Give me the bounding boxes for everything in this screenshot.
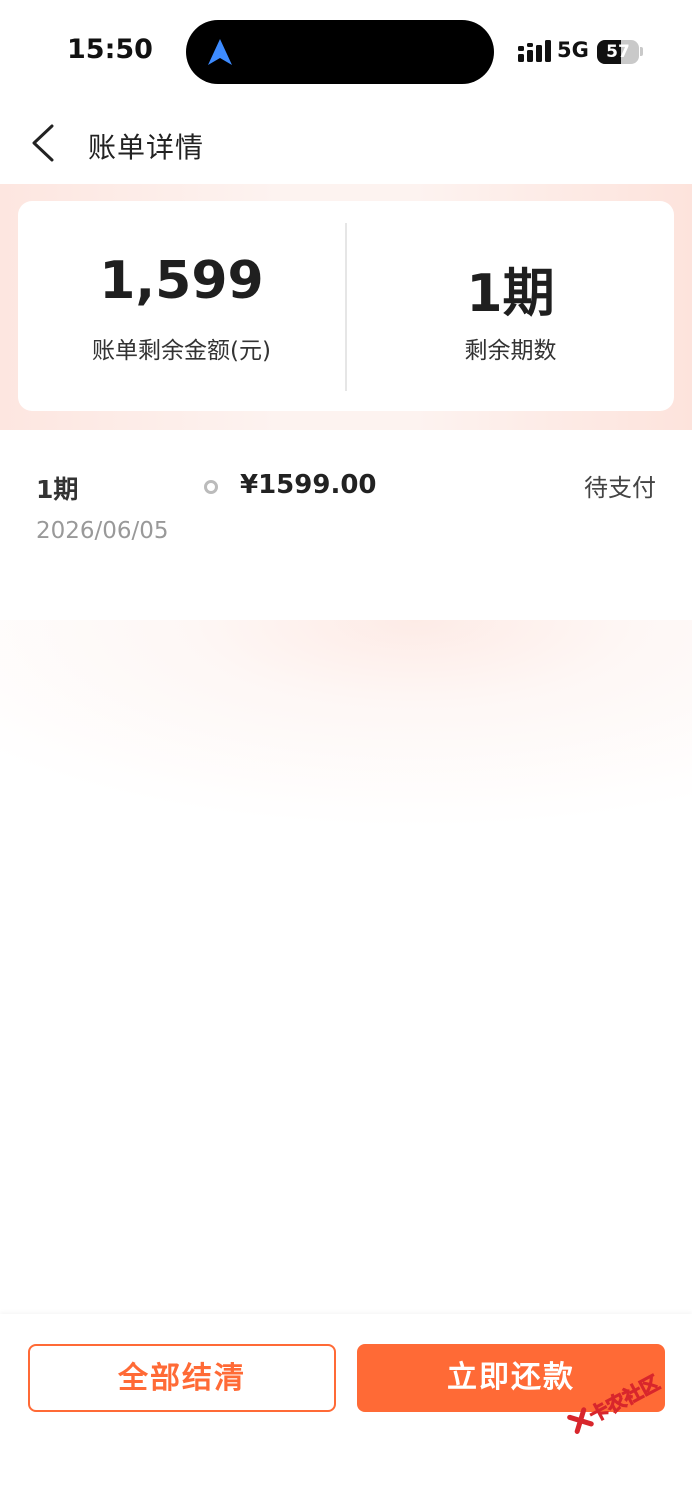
remaining-amount-value: 1,599 <box>99 251 264 311</box>
status-bar: 15:50 5G 57 <box>0 0 692 100</box>
chevron-left-icon[interactable] <box>30 124 56 162</box>
battery-icon: 57 <box>597 40 639 64</box>
battery-level: 57 <box>606 42 630 62</box>
navigation-arrow-icon <box>208 39 232 65</box>
page-title: 账单详情 <box>88 131 205 164</box>
content-background <box>0 620 692 1314</box>
bill-amount: ¥1599.00 <box>240 470 377 500</box>
bill-list-item[interactable]: 1期 2026/06/05 ¥1599.00 待支付 <box>0 430 692 620</box>
network-type: 5G <box>557 38 589 62</box>
remaining-periods-label: 剩余期数 <box>464 338 557 364</box>
remaining-periods-stat: 1期 剩余期数 <box>347 201 674 411</box>
remaining-amount-label: 账单剩余金额(元) <box>92 338 271 364</box>
remaining-amount-stat: 1,599 账单剩余金额(元) <box>18 201 345 411</box>
bill-status: 待支付 <box>584 474 656 502</box>
bill-period: 1期 <box>36 475 79 504</box>
settle-all-button[interactable]: 全部结清 <box>28 1344 336 1412</box>
timeline-dot-icon <box>204 480 218 494</box>
summary-card: 1,599 账单剩余金额(元) 1期 剩余期数 <box>18 201 674 411</box>
battery-tip <box>640 47 643 56</box>
bill-due-date: 2026/06/05 <box>36 518 169 544</box>
page-header: 账单详情 <box>0 100 692 184</box>
signal-icon <box>518 40 551 62</box>
status-time: 15:50 <box>67 34 153 65</box>
remaining-periods-value: 1期 <box>466 264 555 324</box>
